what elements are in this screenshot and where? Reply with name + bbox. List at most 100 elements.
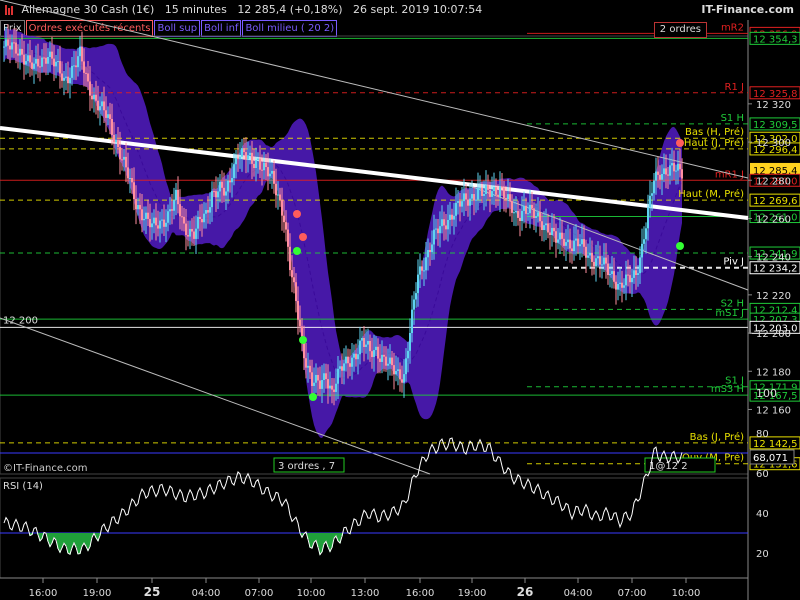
candle-body xyxy=(603,257,605,265)
candle-body xyxy=(611,271,613,275)
candle-body xyxy=(249,152,251,156)
candle-body xyxy=(51,51,53,59)
candle-body xyxy=(5,39,7,47)
candle-body xyxy=(681,169,683,179)
candle-body xyxy=(27,55,29,62)
candle-body xyxy=(107,114,109,118)
candle-body xyxy=(443,219,445,226)
order-marker xyxy=(293,210,301,218)
candle-body xyxy=(679,163,681,170)
candle-body xyxy=(343,363,345,371)
candle-body xyxy=(473,194,475,201)
candle-body xyxy=(153,217,155,224)
candle-body xyxy=(287,229,289,247)
candle-body xyxy=(543,225,545,231)
candle-body xyxy=(487,185,489,190)
candle-body xyxy=(419,266,421,275)
candle-body xyxy=(447,219,449,230)
candle-body xyxy=(423,270,425,272)
candle-body xyxy=(665,168,667,175)
candle-body xyxy=(29,55,31,63)
rsi-tick-label: 20 xyxy=(756,549,769,560)
candle-body xyxy=(677,163,679,171)
candle-body xyxy=(211,191,213,208)
candle-body xyxy=(511,201,513,213)
candle-body xyxy=(233,164,235,179)
level-value: 12 269,6 xyxy=(753,196,798,207)
candle-body xyxy=(111,119,113,135)
candle-body xyxy=(513,212,515,214)
candle-body xyxy=(235,157,237,165)
candle-body xyxy=(39,66,41,68)
candle-body xyxy=(115,139,117,143)
x-tick-label: 25 xyxy=(144,585,161,599)
candle-body xyxy=(463,193,465,202)
candle-body xyxy=(457,201,459,203)
candle-body xyxy=(499,186,501,197)
candle-body xyxy=(363,337,365,347)
candle-body xyxy=(15,42,17,54)
level-label: S1 H xyxy=(721,113,744,124)
candle-body xyxy=(427,250,429,258)
candle-body xyxy=(73,65,75,67)
candle-body xyxy=(221,181,223,188)
candle-body xyxy=(11,42,13,50)
candle-body xyxy=(617,283,619,290)
rsi-tick-label: 60 xyxy=(756,469,769,480)
candle-body xyxy=(593,261,595,267)
candle-body xyxy=(245,152,247,160)
candle-body xyxy=(333,389,335,392)
order-marker xyxy=(309,393,317,401)
candle-body xyxy=(205,210,207,214)
level-value: 12 142,5 xyxy=(753,439,798,450)
candle-body xyxy=(583,239,585,247)
rsi-line xyxy=(3,437,683,556)
candle-body xyxy=(17,53,19,56)
candle-body xyxy=(279,194,281,200)
candle-body xyxy=(449,214,451,220)
level-label: mS1 J xyxy=(715,308,744,319)
level-value: 12 325,8 xyxy=(753,89,798,100)
price-chart[interactable]: mR212 356,912 354,3R1 J12 325,8S1 H12 30… xyxy=(0,0,800,600)
candle-body xyxy=(297,300,299,320)
candle-body xyxy=(483,193,485,196)
x-tick-label: 26 xyxy=(517,585,534,599)
candle-body xyxy=(475,199,477,201)
candle-body xyxy=(537,212,539,217)
level-label: Bas (J, Pré) xyxy=(690,431,744,443)
order-marker xyxy=(299,233,307,241)
candle-body xyxy=(79,46,81,57)
candle-body xyxy=(629,275,631,283)
orders-badge[interactable]: 2 ordres xyxy=(653,22,707,38)
candle-body xyxy=(453,215,455,220)
candle-body xyxy=(151,223,153,228)
candle-body xyxy=(405,358,407,375)
candle-body xyxy=(673,163,675,172)
candle-body xyxy=(355,353,357,360)
candle-body xyxy=(649,195,651,208)
candle-body xyxy=(241,148,243,157)
candle-body xyxy=(285,222,287,230)
candle-body xyxy=(237,157,239,160)
candle-body xyxy=(329,385,331,389)
candle-body xyxy=(317,374,319,381)
candle-body xyxy=(425,257,427,271)
candle-body xyxy=(643,239,645,244)
candle-body xyxy=(103,101,105,111)
candle-body xyxy=(631,277,633,283)
candle-body xyxy=(291,270,293,278)
candle-body xyxy=(553,227,555,232)
candle-body xyxy=(197,216,199,229)
candle-body xyxy=(381,354,383,362)
candle-body xyxy=(469,198,471,206)
candle-body xyxy=(257,158,259,161)
candle-body xyxy=(597,256,599,259)
candle-body xyxy=(559,232,561,240)
candle-body xyxy=(639,257,641,274)
candle-body xyxy=(379,358,381,362)
candle-body xyxy=(579,244,581,247)
candle-body xyxy=(535,216,537,218)
candle-body xyxy=(411,309,413,334)
candle-body xyxy=(185,223,187,235)
candle-body xyxy=(121,159,123,161)
